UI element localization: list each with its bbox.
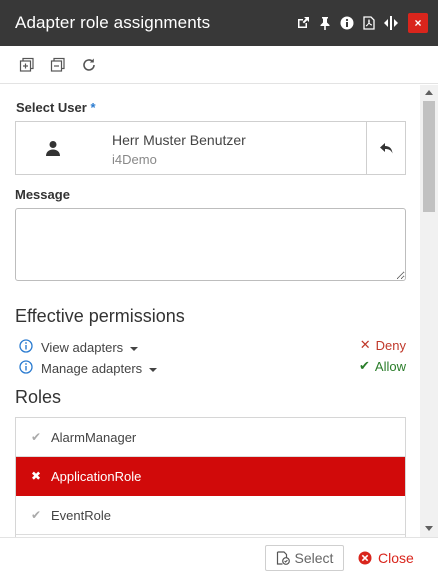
- roles-list: ✔ AlarmManager ✖ ApplicationRole ✔ Event…: [15, 417, 406, 537]
- permission-manage-adapters[interactable]: Manage adapters: [19, 360, 158, 377]
- roles-heading: Roles: [15, 387, 62, 407]
- expand-all-icon[interactable]: [19, 53, 50, 77]
- scroll-up-icon[interactable]: [425, 90, 433, 95]
- pdf-icon[interactable]: [358, 13, 379, 34]
- user-selector[interactable]: Herr Muster Benutzer i4Demo: [15, 121, 406, 175]
- collapse-all-icon[interactable]: [50, 53, 81, 77]
- check-icon: ✔: [31, 430, 42, 444]
- vertical-scrollbar[interactable]: [420, 85, 438, 537]
- select-user-label: Select User *: [16, 100, 96, 115]
- deny-icon: ✕: [359, 337, 371, 352]
- dialog-content: Select User * Herr Muster Benutzer i4Dem…: [0, 85, 420, 537]
- check-icon: ✔: [359, 358, 370, 373]
- reply-icon: [379, 142, 392, 153]
- toolbar: [0, 46, 438, 84]
- role-label: AlarmManager: [51, 429, 137, 445]
- legend-deny-label: Deny: [375, 337, 406, 353]
- info-icon: [19, 360, 33, 377]
- effective-permissions-heading: Effective permissions: [15, 306, 185, 326]
- select-button[interactable]: Select: [265, 545, 344, 571]
- legend-allow-label: Allow: [374, 358, 406, 374]
- info-icon: [19, 339, 33, 356]
- close-icon[interactable]: ×: [408, 13, 428, 33]
- role-item-alarmmanager[interactable]: ✔ AlarmManager: [16, 418, 405, 457]
- refresh-icon[interactable]: [81, 53, 112, 77]
- legend-allow: ✔ Allow: [359, 358, 406, 374]
- close-button[interactable]: Close: [358, 545, 414, 571]
- select-file-icon: [276, 551, 290, 565]
- close-circle-icon: [358, 551, 372, 565]
- user-name: Herr Muster Benutzer: [112, 132, 246, 148]
- check-icon: ✔: [31, 508, 42, 522]
- permission-view-adapters[interactable]: View adapters: [19, 339, 139, 356]
- external-link-icon[interactable]: [292, 13, 313, 34]
- resize-horizontal-icon[interactable]: [380, 13, 401, 34]
- required-marker: *: [90, 100, 96, 115]
- close-button-label: Close: [378, 550, 414, 566]
- permission-label: Manage adapters: [41, 361, 143, 376]
- role-label: EventRole: [51, 507, 111, 523]
- pin-icon[interactable]: [314, 13, 335, 34]
- dialog-footer: Select Close: [0, 537, 438, 574]
- role-label: ApplicationRole: [51, 468, 142, 484]
- role-item-applicationrole[interactable]: ✖ ApplicationRole: [16, 457, 405, 496]
- message-label: Message: [15, 187, 70, 202]
- window-controls: ×: [291, 13, 438, 34]
- message-input[interactable]: [15, 208, 406, 281]
- permission-label: View adapters: [41, 340, 124, 355]
- legend-deny: ✕ Deny: [360, 337, 406, 353]
- scroll-down-icon[interactable]: [425, 526, 433, 531]
- scrollbar-thumb[interactable]: [423, 101, 435, 212]
- title-bar: Adapter role assignments ×: [0, 0, 438, 46]
- select-user-label-text: Select User: [16, 100, 87, 115]
- user-organization: i4Demo: [112, 152, 157, 167]
- user-icon: [45, 140, 61, 159]
- select-button-label: Select: [294, 550, 334, 566]
- reset-user-button[interactable]: [366, 122, 405, 174]
- chevron-down-icon: [149, 367, 158, 372]
- role-item-eventrole[interactable]: ✔ EventRole: [16, 496, 405, 535]
- info-icon[interactable]: [336, 13, 357, 34]
- close-icon: ✖: [31, 469, 42, 483]
- chevron-down-icon: [130, 346, 139, 351]
- window-title: Adapter role assignments: [15, 13, 211, 32]
